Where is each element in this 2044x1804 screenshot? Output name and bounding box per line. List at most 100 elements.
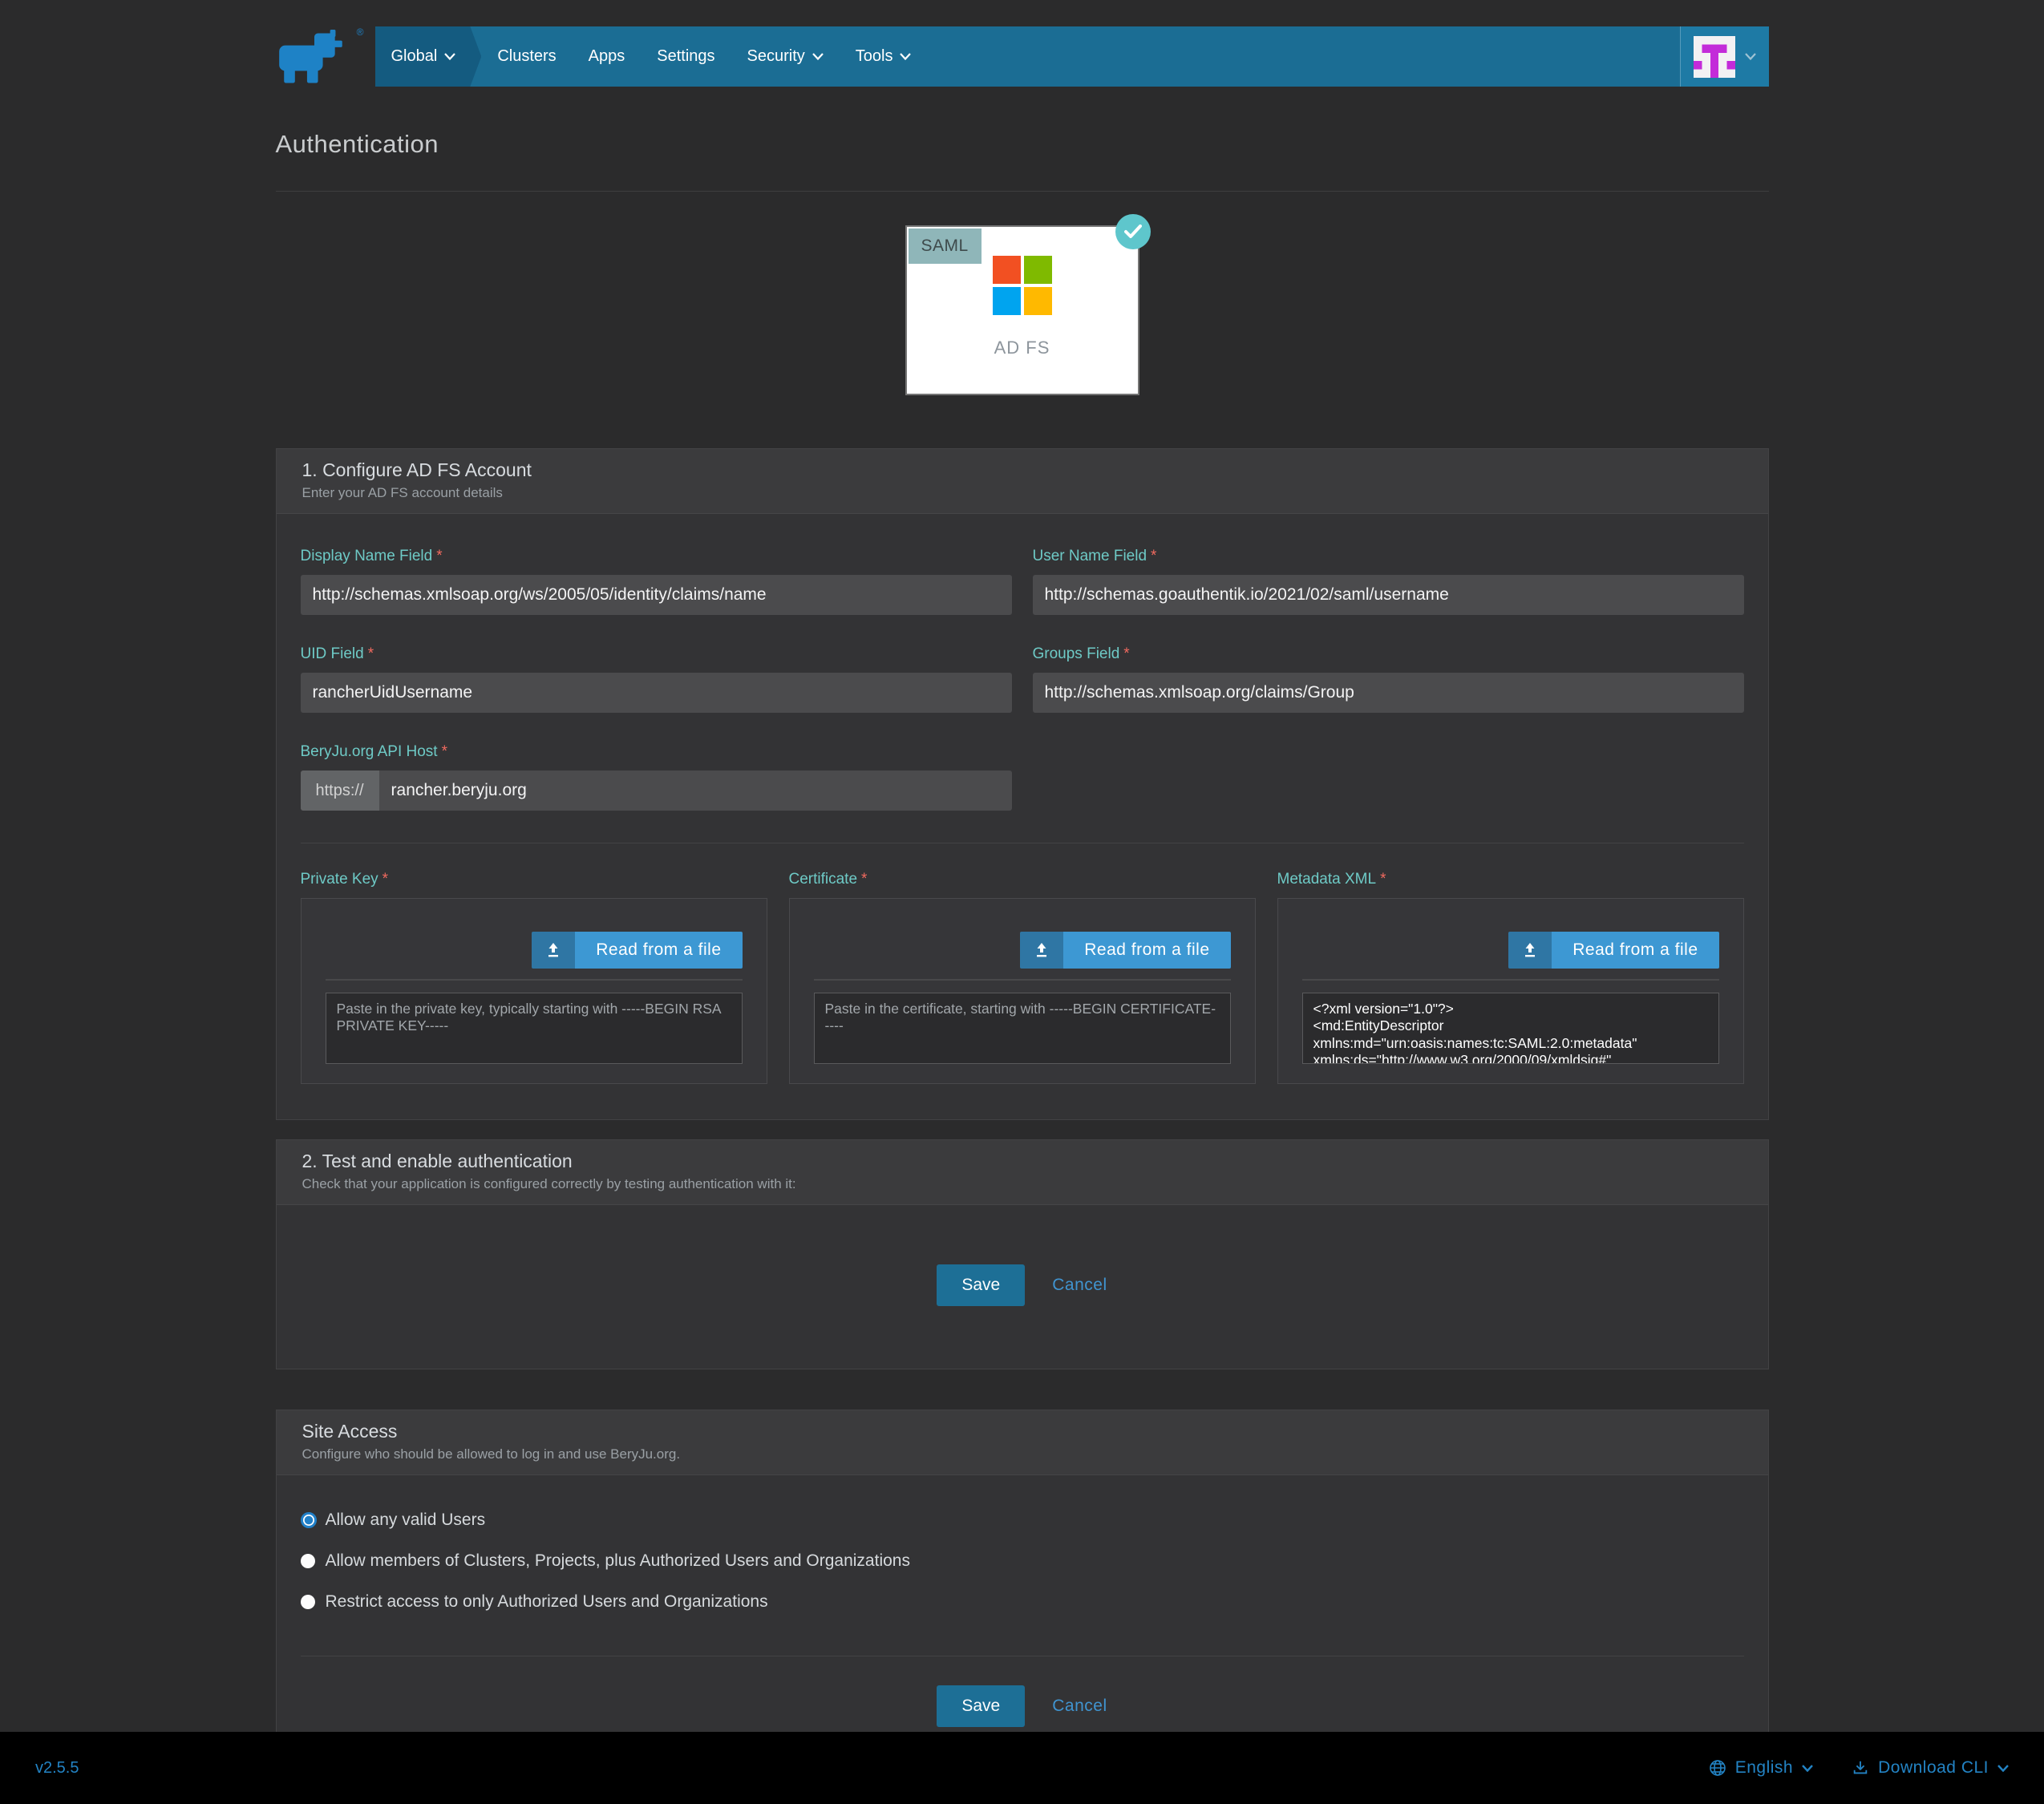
chevron-down-icon [1745, 53, 1756, 60]
main-nav: Global Clusters Apps Settings Security T… [375, 26, 1769, 87]
display-name-field-group: Display Name Field* http://schemas.xmlso… [301, 548, 1012, 615]
site-access-section: Site Access Configure who should be allo… [276, 1410, 1769, 1766]
radio-label: Allow members of Clusters, Projects, plu… [326, 1551, 910, 1571]
metadata-xml-textarea[interactable]: <?xml version="1.0"?> <md:EntityDescript… [1302, 993, 1719, 1064]
api-host-input[interactable]: rancher.beryju.org [379, 771, 1012, 811]
user-name-field-group: User Name Field* http://schemas.goauthen… [1033, 548, 1744, 615]
section-title: Site Access [302, 1421, 1742, 1442]
required-marker: * [1151, 548, 1156, 564]
language-label: English [1735, 1758, 1793, 1778]
chevron-down-icon [812, 53, 824, 60]
uid-input[interactable]: rancherUidUsername [301, 673, 1012, 713]
certificate-panel: Read from a file Paste in the certificat… [789, 898, 1256, 1084]
radio-label: Allow any valid Users [326, 1511, 486, 1530]
configure-account-section: 1. Configure AD FS Account Enter your AD… [276, 448, 1769, 1120]
nav-label: Clusters [497, 47, 556, 66]
field-label: Groups Field* [1033, 645, 1744, 663]
nav-item-global[interactable]: Global [375, 26, 482, 87]
section-header: 1. Configure AD FS Account Enter your AD… [277, 449, 1768, 514]
chevron-down-icon [1802, 1765, 1813, 1772]
avatar-identicon [1694, 36, 1735, 78]
test-enable-section: 2. Test and enable authentication Check … [276, 1139, 1769, 1369]
rancher-cow-icon [276, 30, 353, 84]
field-label: Display Name Field* [301, 548, 1012, 565]
registered-mark: ® [357, 26, 364, 38]
nav-label: Apps [589, 47, 625, 66]
section-title: 2. Test and enable authentication [302, 1151, 1742, 1172]
read-file-button-label: Read from a file [1552, 932, 1718, 969]
radio-button[interactable] [301, 1595, 315, 1609]
nav-item-clusters[interactable]: Clusters [481, 26, 572, 87]
provider-card-row: SAML AD FS [276, 227, 1769, 394]
field-label: User Name Field* [1033, 548, 1744, 565]
nav-item-settings[interactable]: Settings [641, 26, 731, 87]
protocol-prefix: https:// [301, 771, 379, 811]
saml-badge: SAML [909, 229, 982, 264]
provider-name: AD FS [994, 338, 1050, 358]
radio-restrict-access[interactable]: Restrict access to only Authorized Users… [301, 1592, 1744, 1612]
radio-button[interactable] [301, 1554, 315, 1568]
language-selector[interactable]: English [1709, 1758, 1813, 1778]
field-label: Certificate* [789, 871, 1256, 888]
radio-allow-members[interactable]: Allow members of Clusters, Projects, plu… [301, 1551, 1744, 1571]
metadata-read-file-button[interactable]: Read from a file [1508, 932, 1718, 969]
metadata-xml-panel: Read from a file <?xml version="1.0"?> <… [1277, 898, 1744, 1084]
radio-allow-any-valid-users[interactable]: Allow any valid Users [301, 1511, 1744, 1530]
configure-form: Display Name Field* http://schemas.xmlso… [277, 514, 1768, 1119]
adfs-provider-card[interactable]: SAML AD FS [907, 227, 1138, 394]
private-key-read-file-button[interactable]: Read from a file [532, 932, 742, 969]
chevron-down-icon [444, 53, 455, 60]
nav-item-apps[interactable]: Apps [573, 26, 642, 87]
nav-label: Settings [657, 47, 714, 66]
nav-item-security[interactable]: Security [731, 26, 840, 87]
download-icon [1852, 1759, 1869, 1777]
section-subtitle: Check that your application is configure… [302, 1176, 1742, 1192]
title-divider [276, 191, 1769, 192]
required-marker: * [436, 548, 442, 564]
required-marker: * [1380, 871, 1386, 888]
rancher-authentication-page: ® Global Clusters Apps Settings Security… [0, 0, 2044, 1804]
site-access-options: Allow any valid Users Allow members of C… [277, 1475, 1768, 1641]
upload-icon [1508, 932, 1552, 969]
groups-input[interactable]: http://schemas.xmlsoap.org/claims/Group [1033, 673, 1744, 713]
radio-label: Restrict access to only Authorized Users… [326, 1592, 768, 1612]
field-label: Private Key* [301, 871, 767, 888]
certificate-read-file-button[interactable]: Read from a file [1020, 932, 1230, 969]
download-cli-menu[interactable]: Download CLI [1852, 1758, 2009, 1778]
required-marker: * [382, 871, 388, 888]
section-title: 1. Configure AD FS Account [302, 459, 1742, 481]
nav-label: Tools [856, 47, 893, 66]
field-label: UID Field* [301, 645, 1012, 663]
uid-field-group: UID Field* rancherUidUsername [301, 645, 1012, 713]
main-content: Authentication SAML AD FS 1. Con [276, 130, 1769, 1766]
required-marker: * [861, 871, 867, 888]
groups-field-group: Groups Field* http://schemas.xmlsoap.org… [1033, 645, 1744, 713]
private-key-field-group: Private Key* Read from a file [301, 871, 767, 1084]
cancel-link[interactable]: Cancel [1052, 1697, 1107, 1716]
display-name-input[interactable]: http://schemas.xmlsoap.org/ws/2005/05/id… [301, 575, 1012, 615]
panel-divider [814, 979, 1231, 981]
radio-button-selected[interactable] [301, 1512, 317, 1528]
cancel-link[interactable]: Cancel [1052, 1276, 1107, 1295]
user-menu[interactable] [1680, 26, 1769, 87]
certificate-textarea[interactable]: Paste in the certificate, starting with … [814, 993, 1231, 1064]
globe-icon [1709, 1759, 1726, 1777]
section-subtitle: Configure who should be allowed to log i… [302, 1446, 1742, 1462]
ms-square-red [993, 256, 1021, 284]
footer: v2.5.5 English Download C [0, 1732, 2044, 1804]
required-marker: * [442, 743, 447, 760]
save-button[interactable]: Save [937, 1685, 1025, 1727]
chevron-down-icon [900, 53, 911, 60]
private-key-textarea[interactable]: Paste in the private key, typically star… [326, 993, 743, 1064]
ms-square-green [1024, 256, 1052, 284]
nav-item-tools[interactable]: Tools [840, 26, 928, 87]
rancher-logo[interactable]: ® [276, 26, 361, 87]
user-name-input[interactable]: http://schemas.goauthentik.io/2021/02/sa… [1033, 575, 1744, 615]
version-label: v2.5.5 [35, 1759, 79, 1778]
upload-icon [532, 932, 575, 969]
field-label: BeryJu.org API Host* [301, 743, 1012, 761]
nav-label: Security [747, 47, 805, 66]
save-button[interactable]: Save [937, 1264, 1025, 1306]
upload-icon [1020, 932, 1063, 969]
section-header: Site Access Configure who should be allo… [277, 1410, 1768, 1475]
